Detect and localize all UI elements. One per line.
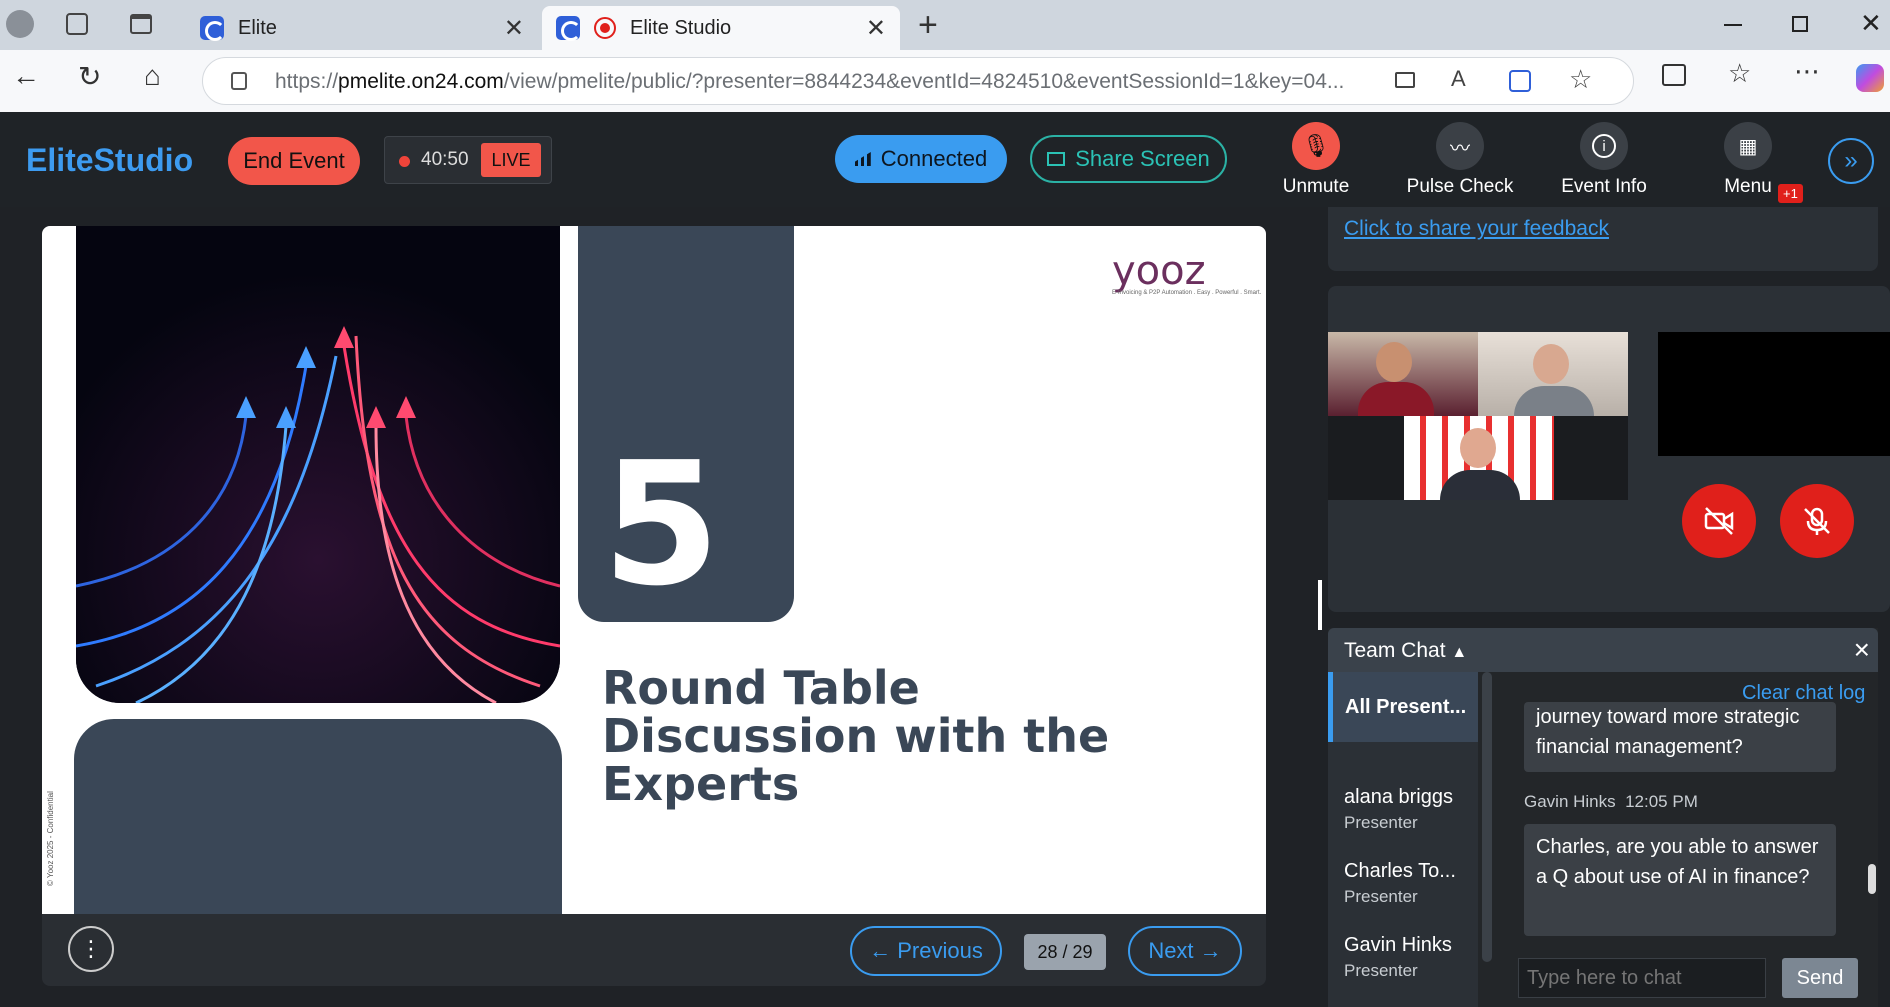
elapsed-time: 40:50 (421, 149, 469, 170)
favorite-star-icon[interactable]: ☆ (1569, 64, 1592, 95)
signal-icon (854, 152, 871, 166)
slide-controls: ⋮ ← Previous 28 / 29 Next → (42, 914, 1266, 986)
tab-label: Elite Studio (630, 16, 732, 39)
camera-off-icon (1704, 507, 1734, 535)
more-options-icon[interactable]: ⋮ (68, 926, 114, 972)
yooz-tagline: E-Invoicing & P2P Automation . Easy . Po… (1112, 290, 1262, 296)
home-icon[interactable]: ⌂ (144, 60, 161, 92)
microphone-off-button[interactable] (1780, 484, 1854, 558)
read-aloud-icon[interactable]: A (1451, 66, 1466, 92)
elite-favicon-icon (200, 16, 225, 41)
recipient-all-presenters[interactable]: All Present... (1328, 672, 1478, 742)
recipient-gavin-hinks[interactable]: Gavin Hinks Presenter (1344, 934, 1474, 981)
end-event-button[interactable]: End Event (228, 137, 360, 185)
slide-section-number: 5 (602, 426, 721, 624)
close-tab-icon[interactable]: ✕ (866, 14, 886, 43)
more-icon[interactable]: ⋯ (1794, 56, 1820, 87)
profile-icon[interactable] (6, 10, 34, 38)
chat-scrollbar[interactable] (1868, 864, 1876, 894)
slide-viewer: 5 Round Table Discussion with the Expert… (42, 226, 1266, 986)
app-available-icon[interactable] (1509, 70, 1531, 92)
caret-up-icon: ▲ (1451, 644, 1468, 661)
share-screen-button[interactable]: Share Screen (1030, 135, 1227, 183)
pulse-icon: 〰 (1436, 122, 1484, 170)
tab-elite[interactable]: Elite ✕ (186, 6, 538, 50)
feedback-panel: Click to share your feedback (1328, 207, 1878, 271)
confidential-note: © Yooz 2025 - Confidential (46, 791, 55, 886)
video-side-dark (1554, 416, 1628, 500)
video-side-dark (1328, 416, 1404, 500)
recipient-list-scrollbar[interactable] (1482, 672, 1492, 962)
tab-actions-icon[interactable] (130, 14, 152, 34)
event-info-button[interactable]: i Event Info (1544, 122, 1664, 198)
previous-button[interactable]: ← Previous (850, 926, 1002, 976)
split-screen-icon[interactable] (1662, 64, 1686, 86)
refresh-icon[interactable]: ↻ (78, 60, 101, 93)
camera-icon[interactable] (1395, 72, 1415, 88)
site-info-icon[interactable] (231, 72, 247, 90)
panel-resize-handle[interactable] (1318, 580, 1322, 630)
share-screen-icon (1047, 152, 1066, 166)
chat-message: journey toward more strategic financial … (1524, 702, 1836, 772)
current-slide: 5 Round Table Discussion with the Expert… (42, 226, 1266, 914)
mic-off-icon (1804, 507, 1830, 535)
presenter-video-charles (1478, 332, 1628, 416)
yooz-logo: yooz (1112, 248, 1206, 294)
connected-button[interactable]: Connected (835, 135, 1007, 183)
chat-input[interactable] (1518, 958, 1766, 998)
browser-tab-bar: Elite ✕ Elite Studio ✕ + ✕ (0, 0, 1890, 50)
pulse-check-button[interactable]: 〰 Pulse Check (1400, 122, 1520, 198)
recipient-charles[interactable]: Charles To... Presenter (1344, 860, 1474, 907)
recipient-alana-briggs[interactable]: alana briggs Presenter (1344, 786, 1474, 833)
copilot-icon[interactable] (1856, 64, 1884, 92)
tab-label: Elite (238, 16, 277, 39)
page-indicator: 28 / 29 (1024, 934, 1106, 970)
presenter-video-gavin (1404, 416, 1554, 500)
close-tab-icon[interactable]: ✕ (504, 14, 524, 43)
slide-title: Round Table Discussion with the Experts (602, 661, 1110, 811)
back-icon[interactable]: ← (12, 60, 40, 92)
live-dot-icon (399, 156, 410, 167)
menu-badge: +1 (1778, 184, 1803, 203)
close-icon[interactable]: × (1854, 634, 1870, 666)
presenter-video-alana (1328, 332, 1478, 416)
close-window-icon[interactable]: ✕ (1860, 8, 1882, 39)
restore-icon[interactable] (1792, 16, 1808, 32)
slide-dark-panel (74, 719, 562, 914)
url-text: https://pmelite.on24.com/view/pmelite/pu… (275, 70, 1345, 93)
feedback-link[interactable]: Click to share your feedback (1344, 217, 1609, 241)
minimize-icon[interactable] (1724, 24, 1742, 26)
message-meta: Gavin Hinks 12:05 PM (1524, 792, 1698, 811)
chat-header[interactable]: Team Chat ▲ × (1328, 628, 1878, 672)
studio-header: EliteStudio End Event 40:50 LIVE Connect… (0, 112, 1890, 207)
next-button[interactable]: Next → (1128, 926, 1242, 976)
live-badge: LIVE (481, 143, 541, 177)
menu-grid-icon: ▦ (1724, 122, 1772, 170)
browser-address-bar: ← ↻ ⌂ https://pmelite.on24.com/view/pmel… (0, 50, 1890, 112)
info-icon: i (1580, 122, 1628, 170)
camera-off-button[interactable] (1682, 484, 1756, 558)
elite-studio-logo: EliteStudio (26, 142, 194, 178)
favorites-icon[interactable]: ☆ (1728, 58, 1751, 89)
live-timer: 40:50 LIVE (384, 136, 552, 184)
chat-recipient-list: All Present... alana briggs Presenter Ch… (1328, 672, 1478, 1007)
self-video-preview (1658, 332, 1890, 456)
url-field[interactable]: https://pmelite.on24.com/view/pmelite/pu… (202, 57, 1634, 105)
new-tab-icon[interactable]: + (918, 6, 938, 45)
record-icon (594, 17, 616, 39)
workspaces-icon[interactable] (66, 13, 88, 35)
send-button[interactable]: Send (1782, 958, 1858, 998)
mic-muted-icon: 🎙 (1292, 122, 1340, 170)
video-panel (1328, 286, 1890, 612)
chat-message: Charles, are you able to answer a Q abou… (1524, 824, 1836, 936)
unmute-button[interactable]: 🎙 Unmute (1256, 122, 1376, 198)
team-chat-panel: Team Chat ▲ × All Present... alana brigg… (1328, 628, 1878, 1007)
expand-panel-icon[interactable]: » (1828, 138, 1874, 184)
chat-title: Team Chat ▲ (1344, 639, 1468, 662)
tab-elite-studio[interactable]: Elite Studio ✕ (542, 6, 900, 50)
slide-image-arrows (76, 226, 560, 703)
elite-favicon-icon (556, 16, 581, 41)
